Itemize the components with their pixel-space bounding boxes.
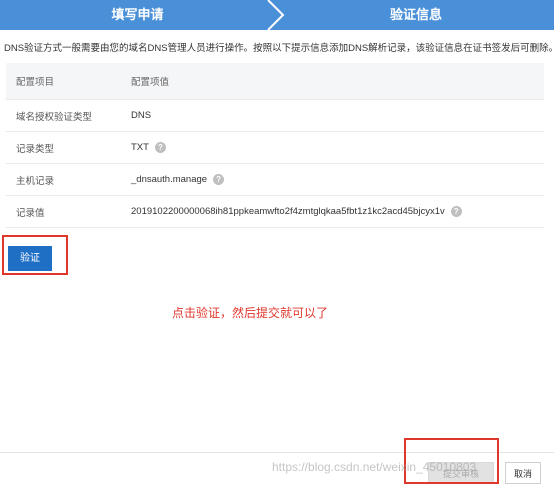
row-label-auth-type: 域名授权验证类型 [6, 99, 121, 132]
table-row: 记录值 2019102200000068ih81ppkeamwfto2f4zmt… [6, 195, 544, 228]
question-circle-icon[interactable]: ? [154, 141, 166, 153]
row-value-auth-type: DNS [121, 99, 544, 132]
table-row: 域名授权验证类型 DNS [6, 99, 544, 132]
watermark-text: https://blog.csdn.net/weixin_45010803 [272, 460, 477, 474]
value-text: TXT [131, 142, 149, 153]
annotation-text: 点击验证，然后提交就可以了 [172, 306, 329, 320]
column-header-value: 配置项值 [121, 63, 544, 100]
cancel-button[interactable]: 取消 [505, 462, 541, 484]
value-text: _dnsauth.manage [131, 174, 208, 185]
verify-button[interactable]: 验证 [8, 246, 52, 271]
table-header-row: 配置项目 配置项值 [6, 63, 544, 100]
value-text: 2019102200000068ih81ppkeamwfto2f4zmtglqk… [131, 206, 445, 217]
table-row: 记录类型 TXT? [6, 131, 544, 164]
dns-instruction-text: DNS验证方式一般需要由您的域名DNS管理人员进行操作。按照以下提示信息添加DN… [4, 43, 554, 54]
stepper: 填写申请 验证信息 [0, 0, 554, 30]
row-value-record-value: 2019102200000068ih81ppkeamwfto2f4zmtglqk… [121, 195, 544, 228]
row-label-record-value: 记录值 [6, 195, 121, 228]
row-label-record-type: 记录类型 [6, 131, 121, 164]
question-circle-icon[interactable]: ? [213, 173, 225, 185]
table-row: 主机记录 _dnsauth.manage? [6, 163, 544, 196]
value-text: DNS [131, 110, 152, 121]
dns-config-table: 配置项目 配置项值 域名授权验证类型 DNS 记录类型 TXT? 主机记录 _d… [6, 63, 544, 228]
question-circle-icon[interactable]: ? [450, 205, 462, 217]
step-fill-application: 填写申请 [111, 7, 164, 22]
row-value-record-type: TXT? [121, 131, 544, 164]
column-header-item: 配置项目 [6, 63, 121, 100]
row-value-host-record: _dnsauth.manage? [121, 163, 544, 196]
row-label-host-record: 主机记录 [6, 163, 121, 196]
step-verify-info: 验证信息 [389, 7, 442, 22]
